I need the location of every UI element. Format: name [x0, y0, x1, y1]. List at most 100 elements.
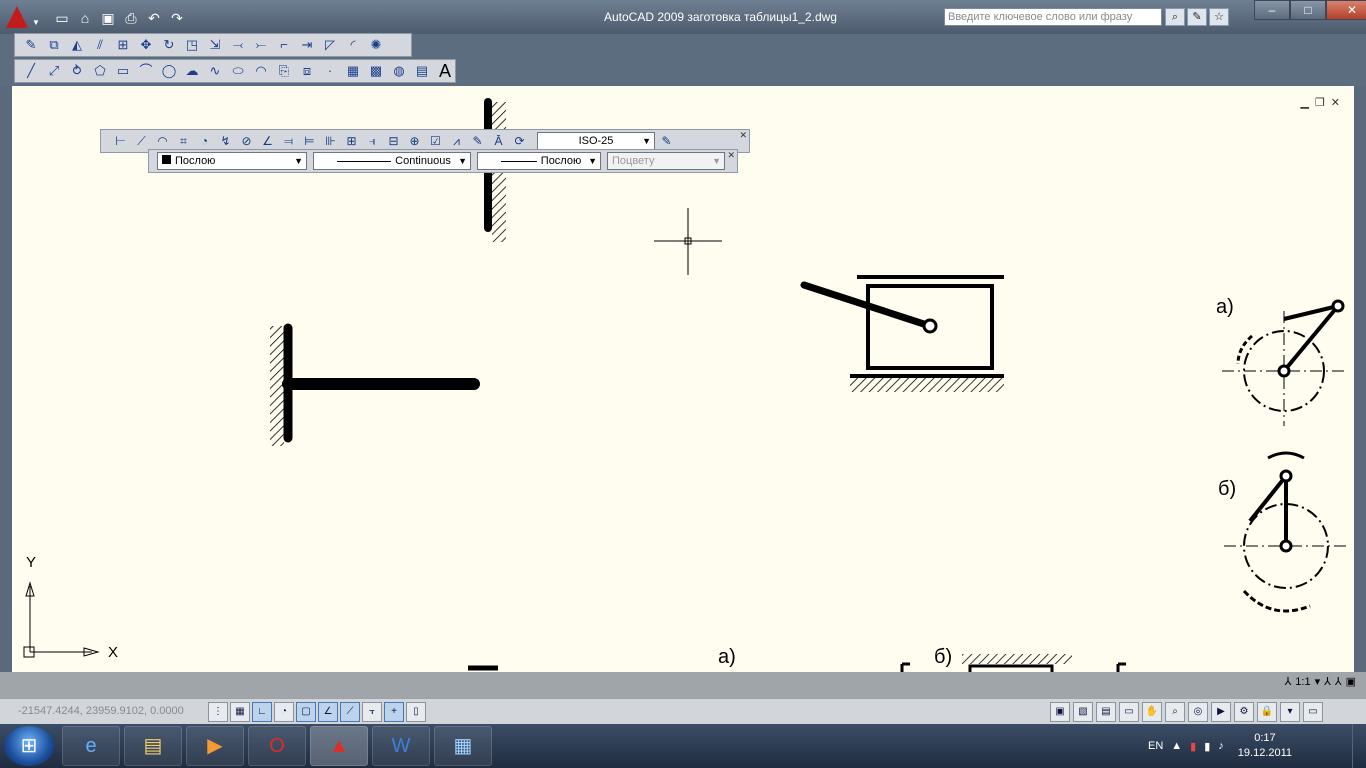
undo-icon[interactable]: ↶	[144, 8, 164, 28]
layout2-icon[interactable]: ▤	[1096, 702, 1116, 722]
autocad-task-icon[interactable]: ▲	[310, 726, 368, 766]
offset-icon[interactable]: ⫽	[90, 35, 110, 55]
model-space-icon[interactable]: ▣	[1050, 702, 1070, 722]
color-select[interactable]: Послою ▼	[157, 152, 307, 170]
minimize-button[interactable]: –	[1254, 0, 1290, 20]
point-icon[interactable]: ·	[320, 61, 340, 81]
linetype-select[interactable]: Continuous ▼	[313, 152, 471, 170]
fillet-icon[interactable]: ◜	[343, 35, 363, 55]
showmotion-icon[interactable]: ▶	[1211, 702, 1231, 722]
favorites-icon[interactable]: ☆	[1209, 8, 1229, 26]
join-icon[interactable]: ⇥	[297, 35, 317, 55]
chevron-down-icon[interactable]: ▾	[1280, 702, 1300, 722]
dim-update-icon[interactable]: ⟳	[510, 131, 529, 151]
line-icon[interactable]: ╱	[21, 61, 41, 81]
dim-space-icon[interactable]: ⊞	[342, 131, 361, 151]
drawing-minimize-icon[interactable]: ▁	[1300, 96, 1308, 109]
file-explorer-icon[interactable]: ▤	[124, 726, 182, 766]
quick-dim-icon[interactable]: ⫤	[279, 131, 298, 151]
scale-icon[interactable]: ◳	[182, 35, 202, 55]
volume-icon[interactable]: ♪	[1218, 740, 1224, 752]
jogged-icon[interactable]: ↯	[216, 131, 235, 151]
new-icon[interactable]: ▭	[52, 8, 72, 28]
chamfer-icon[interactable]: ◸	[320, 35, 340, 55]
erase-icon[interactable]: ✎	[21, 35, 41, 55]
gradient-icon[interactable]: ▩	[366, 61, 386, 81]
lock-icon[interactable]: 🔒	[1257, 702, 1277, 722]
snap-mode-icon[interactable]: ⋮	[208, 702, 228, 722]
show-hidden-icons-icon[interactable]: ▲	[1171, 740, 1182, 752]
language-indicator[interactable]: EN	[1148, 740, 1163, 752]
annotation-autoscale-icon[interactable]: ⅄	[1335, 675, 1342, 688]
internet-explorer-icon[interactable]: e	[62, 726, 120, 766]
steering-wheel-icon[interactable]: ◎	[1188, 702, 1208, 722]
open-icon[interactable]: ⌂	[75, 8, 95, 28]
command-line-strip[interactable]: ⅄ 1:1 ▾ ⅄ ⅄ ▣	[0, 672, 1366, 698]
dynamic-input-icon[interactable]: ⫟	[362, 702, 382, 722]
network-icon[interactable]: ▮	[1190, 740, 1196, 753]
dim-break-icon[interactable]: ⫣	[363, 131, 382, 151]
workspace-icon[interactable]: ▣	[1346, 675, 1356, 688]
layout1-icon[interactable]: ▧	[1073, 702, 1093, 722]
copy-icon[interactable]: ⧉	[44, 35, 64, 55]
polyline-icon[interactable]: ⥁	[67, 61, 87, 81]
rectangle-icon[interactable]: ▭	[113, 61, 133, 81]
control-panel-icon[interactable]: ▦	[434, 726, 492, 766]
ortho-mode-icon[interactable]: ∟	[252, 702, 272, 722]
trim-icon[interactable]: ⤙	[228, 35, 248, 55]
revision-cloud-icon[interactable]: ☁	[182, 61, 202, 81]
dimstyle-select[interactable]: ISO-25 ▼	[537, 132, 655, 150]
drawing-close-icon[interactable]: ✕	[1331, 96, 1340, 109]
start-button[interactable]: ⊞	[4, 726, 54, 766]
explode-icon[interactable]: ✺	[366, 35, 386, 55]
print-icon[interactable]: ⎙	[121, 8, 141, 28]
object-snap-tracking-icon[interactable]: ∠	[318, 702, 338, 722]
maximize-button[interactable]: □	[1290, 0, 1326, 20]
redo-icon[interactable]: ↷	[167, 8, 187, 28]
move-icon[interactable]: ✥	[136, 35, 156, 55]
rotate-icon[interactable]: ↻	[159, 35, 179, 55]
quick-properties-icon[interactable]: ▯	[406, 702, 426, 722]
angular-icon[interactable]: ∠	[258, 131, 277, 151]
circle-icon[interactable]: ◯	[159, 61, 179, 81]
search-input[interactable]: Введите ключевое слово или фразу	[944, 8, 1162, 26]
region-icon[interactable]: ◍	[389, 61, 409, 81]
close-button[interactable]: ✕	[1326, 0, 1366, 20]
ellipse-arc-icon[interactable]: ◠	[251, 61, 271, 81]
drawing-area[interactable]: а) б) а) б) Y X ▁ ❐ ✕ ⊢ ⟋ ◠ ⌗ ◔ ↯ ⊘ ∠ ⫤ …	[12, 86, 1354, 672]
zoom-icon[interactable]: ⌕	[1165, 702, 1185, 722]
continue-icon[interactable]: ⊪	[321, 131, 340, 151]
coordinates-readout[interactable]: -21547.4244, 23959.9102, 0.0000	[18, 705, 184, 717]
mirror-icon[interactable]: ◭	[67, 35, 87, 55]
diameter-icon[interactable]: ⊘	[237, 131, 256, 151]
pan-icon[interactable]: ✋	[1142, 702, 1162, 722]
communication-icon[interactable]: ✎	[1187, 8, 1207, 26]
jogged-linear-icon[interactable]: ⩘	[447, 131, 466, 151]
hatch-icon[interactable]: ▦	[343, 61, 363, 81]
spline-icon[interactable]: ∿	[205, 61, 225, 81]
close-icon[interactable]: ✕	[739, 130, 747, 141]
lineweight-select[interactable]: Послою ▼	[477, 152, 601, 170]
radius-icon[interactable]: ◔	[195, 131, 214, 151]
media-player-icon[interactable]: ▶	[186, 726, 244, 766]
make-block-icon[interactable]: ⧈	[297, 61, 317, 81]
polygon-icon[interactable]: ⬠	[90, 61, 110, 81]
dimstyle-manager-icon[interactable]: ✎	[657, 131, 676, 151]
show-desktop-button[interactable]	[1352, 724, 1366, 768]
clock[interactable]: 0:17 19.12.2011	[1238, 731, 1292, 761]
close-icon[interactable]: ✕	[727, 150, 735, 161]
drawing-restore-icon[interactable]: ❐	[1315, 96, 1325, 109]
word-icon[interactable]: W	[372, 726, 430, 766]
ellipse-icon[interactable]: ⬭	[228, 61, 248, 81]
center-mark-icon[interactable]: ⊕	[405, 131, 424, 151]
annotation-visibility-icon[interactable]: ⅄	[1324, 675, 1331, 688]
annotation-scale-value[interactable]: 1:1	[1295, 676, 1310, 688]
polar-tracking-icon[interactable]: ◔	[274, 702, 294, 722]
opera-icon[interactable]: O	[248, 726, 306, 766]
linear-dim-icon[interactable]: ⊢	[111, 131, 130, 151]
lineweight-icon[interactable]: +	[384, 702, 404, 722]
action-center-icon[interactable]: ▮	[1204, 740, 1210, 753]
chevron-down-icon[interactable]: ▾	[1315, 675, 1321, 688]
application-menu-button[interactable]: ▼	[0, 2, 46, 32]
search-icon[interactable]: ⌕	[1165, 8, 1185, 26]
